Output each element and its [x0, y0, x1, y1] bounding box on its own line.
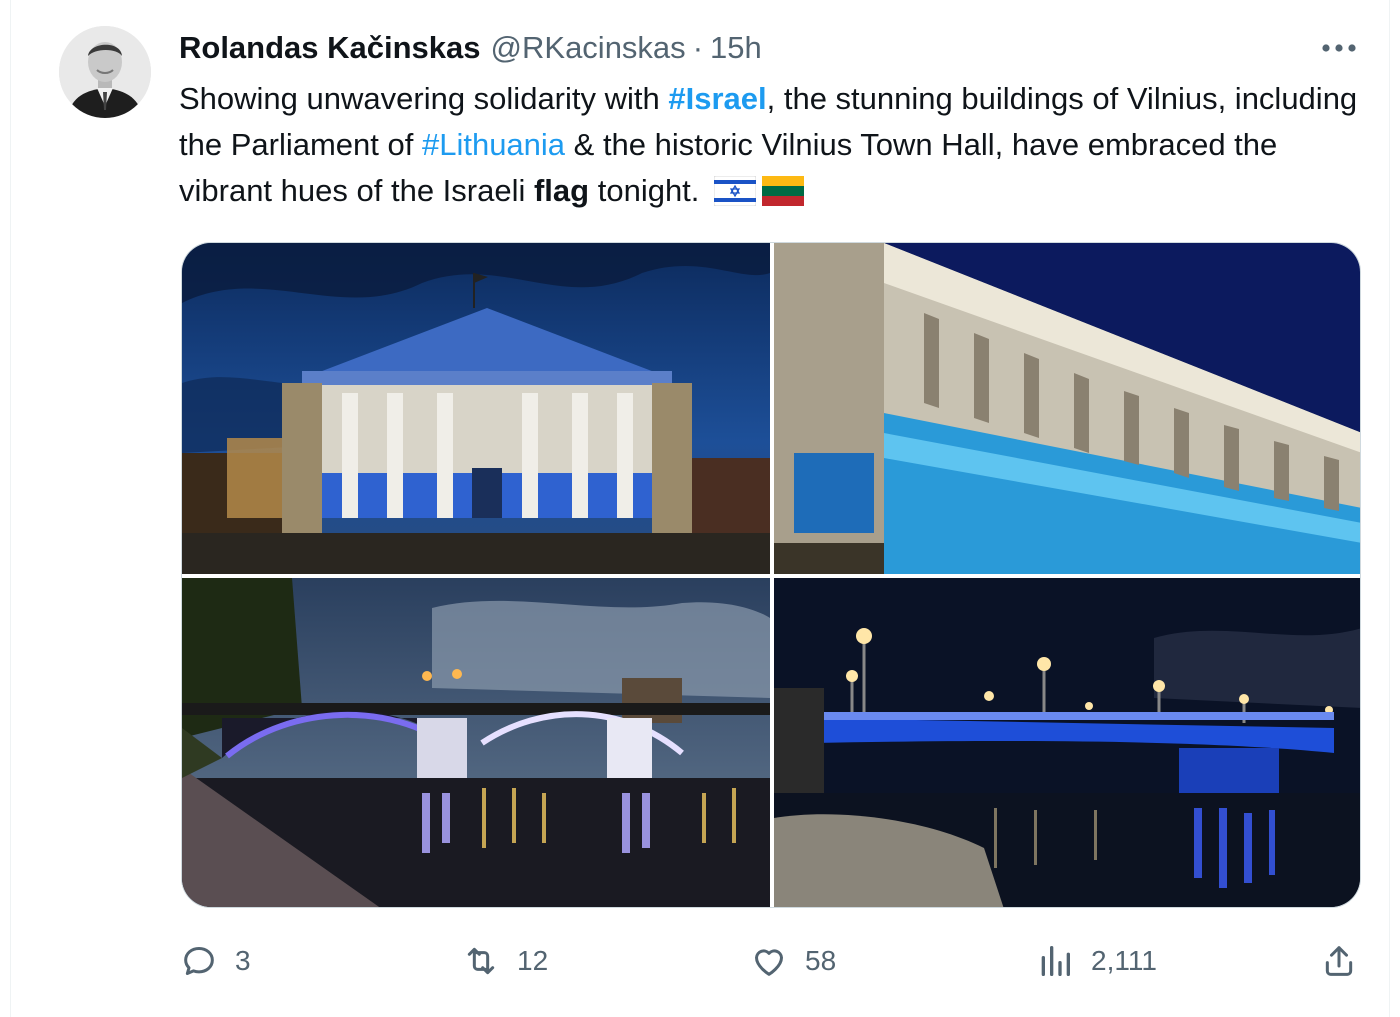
text-segment: tonight. [589, 173, 700, 208]
author-handle[interactable]: @RKacinskas [491, 30, 686, 66]
share-button[interactable] [1319, 936, 1359, 986]
like-count: 58 [805, 945, 837, 976]
blue-bridge-photo[interactable] [774, 578, 1360, 907]
reply-count: 3 [235, 945, 251, 976]
tweet-header: Rolandas Kačinskas @RKacinskas · 15h [179, 28, 762, 68]
vilnius-town-hall-photo[interactable] [182, 243, 770, 574]
white-bridge-photo[interactable] [182, 578, 770, 907]
parliament-building-photo[interactable] [774, 243, 1360, 574]
text-segment: Showing unwavering solidarity with [179, 81, 669, 116]
bold-word: flag [533, 173, 590, 208]
reply-icon [184, 947, 214, 975]
like-button[interactable]: 58 [749, 936, 836, 986]
israel-flag-emoji [714, 176, 757, 206]
retweet-icon [467, 947, 495, 975]
tweet-card[interactable]: Rolandas Kačinskas @RKacinskas · 15h Sho… [10, 0, 1390, 1017]
more-options-button[interactable] [1317, 30, 1361, 66]
views-count: 2,111 [1091, 945, 1157, 976]
retweet-button[interactable]: 12 [461, 936, 548, 986]
retweet-count: 12 [517, 945, 549, 976]
share-icon [1325, 946, 1353, 976]
media-grid [181, 242, 1361, 908]
tweet-actions: 3 12 58 2,111 [179, 936, 1361, 986]
lithuania-flag-emoji [762, 176, 805, 206]
more-icon [1322, 44, 1356, 52]
views-icon [1041, 946, 1070, 976]
tweet-text: Showing unwavering solidarity with #Isra… [179, 76, 1359, 214]
heart-icon [755, 949, 783, 976]
views-button[interactable]: 2,111 [1035, 936, 1157, 986]
author-name[interactable]: Rolandas Kačinskas [179, 30, 481, 66]
hashtag-israel-link[interactable]: #Israel [668, 81, 766, 116]
separator-dot: · [692, 30, 704, 65]
reply-button[interactable]: 3 [179, 936, 251, 986]
hashtag-lithuania-link[interactable]: #Lithuania [422, 127, 565, 162]
timestamp[interactable]: 15h [710, 30, 762, 66]
avatar[interactable] [59, 26, 151, 118]
